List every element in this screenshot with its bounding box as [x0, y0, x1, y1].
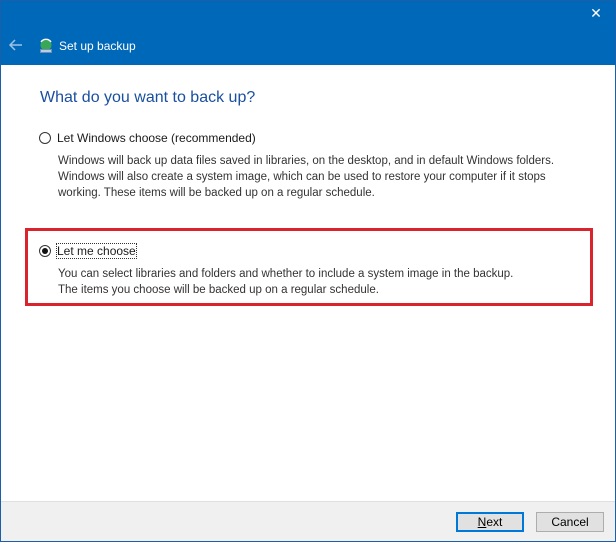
option-label[interactable]: Let Windows choose (recommended)	[57, 131, 256, 145]
option-label[interactable]: Let me choose	[56, 243, 137, 259]
page-heading: What do you want to back up?	[40, 89, 256, 106]
description-line: You can select libraries and folders and…	[58, 268, 514, 280]
window-title: Set up backup	[59, 39, 136, 53]
description-line: working. These items will be backed up o…	[58, 187, 375, 199]
description-line: Windows will also create a system image,…	[58, 171, 546, 183]
option-description: Windows will back up data files saved in…	[58, 153, 598, 201]
next-button[interactable]: Next	[456, 512, 524, 532]
setup-backup-window: ✕ Set up backup What do you want to back…	[0, 0, 616, 542]
backup-icon	[40, 38, 52, 53]
close-icon: ✕	[590, 6, 602, 22]
radio-let-me-choose[interactable]	[39, 245, 51, 257]
footer-bar: Next Cancel	[1, 501, 615, 541]
cancel-button[interactable]: Cancel	[536, 512, 604, 532]
next-label: ext	[486, 515, 503, 529]
title-bar: ✕ Set up backup	[1, 1, 615, 65]
close-button[interactable]: ✕	[585, 4, 607, 24]
radio-let-windows-choose[interactable]	[39, 132, 51, 144]
description-line: The items you choose will be backed up o…	[58, 284, 379, 296]
description-line: Windows will back up data files saved in…	[58, 155, 555, 167]
option-description: You can select libraries and folders and…	[58, 266, 598, 298]
back-arrow-icon[interactable]	[7, 36, 25, 54]
